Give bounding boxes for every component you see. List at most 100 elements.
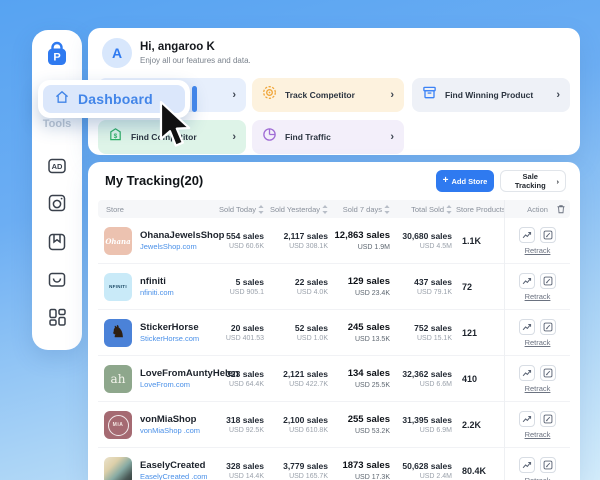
store-cell: MiA vonMiaShop vonMiaShop .com — [98, 411, 210, 439]
table-row[interactable]: EaselyCreated EaselyCreated .com 328 sal… — [98, 448, 570, 480]
feature-card-label: Track Competitor — [285, 90, 355, 100]
edit-icon[interactable] — [540, 365, 556, 381]
chevron-right-icon: › — [390, 131, 394, 143]
sort-icon — [258, 205, 264, 214]
retrack-link[interactable]: Retrack — [525, 246, 551, 255]
retrack-link[interactable]: Retrack — [525, 430, 551, 439]
greeting-title: Hi, angaroo K — [140, 41, 215, 53]
retrack-link[interactable]: Retrack — [525, 476, 551, 480]
store-domain-link[interactable]: nfiniti.com — [140, 288, 174, 298]
store-products-cell: 80.4K — [456, 466, 504, 476]
chevron-right-icon: › — [556, 89, 560, 101]
store-products-cell: 121 — [456, 328, 504, 338]
action-cell: Retrack — [504, 402, 570, 448]
total-sold-cell: 31,395 salesUSD 6.9M — [394, 415, 456, 435]
store-logo: NFINITI — [104, 273, 132, 301]
total-sold-cell: 32,362 salesUSD 6.6M — [394, 369, 456, 389]
app-logo-shopping-bag-icon[interactable]: P — [43, 40, 71, 68]
chart-trend-icon[interactable] — [519, 365, 535, 381]
feature-card-track-competitor[interactable]: Track Competitor › — [252, 78, 404, 112]
chevron-right-icon: › — [232, 89, 236, 101]
sort-icon — [322, 205, 328, 214]
column-store-products: Store Products — [456, 205, 504, 214]
table-row[interactable]: NFINITI nfiniti nfiniti.com 5 salesUSD 9… — [98, 264, 570, 310]
retrack-link[interactable]: Retrack — [525, 338, 551, 347]
store-domain-link[interactable]: EaselyCreated .com — [140, 472, 208, 480]
column-sold-today[interactable]: Sold Today — [210, 205, 268, 214]
store-cell: NFINITI nfiniti nfiniti.com — [98, 273, 210, 301]
store-domain-link[interactable]: vonMiaShop .com — [140, 426, 200, 436]
column-sold-yesterday[interactable]: Sold Yesterday — [268, 205, 332, 214]
sale-tracking-label: Sale Tracking — [507, 172, 554, 190]
store-cell: Ohana OhanaJewelsShop JewelsShop.com — [98, 227, 210, 255]
store-logo: Ohana — [104, 227, 132, 255]
column-sold-7-days[interactable]: Sold 7 days — [332, 205, 394, 214]
edit-icon[interactable] — [540, 411, 556, 427]
chart-trend-icon[interactable] — [519, 227, 535, 243]
trash-icon[interactable] — [556, 204, 566, 214]
store-name: vonMiaShop — [140, 414, 200, 425]
column-action: Action — [504, 200, 570, 218]
edit-icon[interactable] — [540, 319, 556, 335]
chart-trend-icon[interactable] — [519, 457, 535, 473]
store-logo: MiA — [104, 411, 132, 439]
action-cell: Retrack — [504, 264, 570, 310]
action-cell: Retrack — [504, 218, 570, 264]
feature-card-find-traffic[interactable]: Find Traffic › — [252, 120, 404, 154]
product-box-camera-icon[interactable] — [47, 193, 67, 213]
store-name: nfiniti — [140, 276, 174, 287]
total-sold-cell: 437 salesUSD 79.1K — [394, 277, 456, 297]
sidebar: P Tools AD — [32, 30, 82, 350]
svg-text:$: $ — [114, 133, 118, 140]
table-row[interactable]: Ohana OhanaJewelsShop JewelsShop.com 554… — [98, 218, 570, 264]
sold-today-cell: 323 salesUSD 64.4K — [210, 369, 268, 389]
store-products-cell: 2.2K — [456, 420, 504, 430]
total-sold-cell: 30,680 salesUSD 4.5M — [394, 231, 456, 251]
store-cell: EaselyCreated EaselyCreated .com — [98, 457, 210, 480]
table-row[interactable]: ah LoveFromAuntyHelen LoveFrom.com 323 s… — [98, 356, 570, 402]
sold-today-cell: 20 salesUSD 401.53 — [210, 323, 268, 343]
apps-grid-icon[interactable] — [47, 307, 67, 327]
action-cell: Retrack — [504, 356, 570, 402]
ad-library-icon[interactable]: AD — [47, 156, 67, 176]
store-logo: ah — [104, 365, 132, 393]
page-title: My Tracking(20) — [105, 173, 203, 188]
store-domain-link[interactable]: StickerHorse.com — [140, 334, 199, 344]
column-total-sold[interactable]: Total Sold — [394, 205, 456, 214]
table-header: Store Sold Today Sold Yesterday Sold 7 d… — [98, 200, 570, 218]
chart-trend-icon[interactable] — [519, 319, 535, 335]
sort-icon — [446, 205, 452, 214]
sold-7-days-cell: 245 salesUSD 13.5K — [332, 322, 394, 343]
dashboard-label: Dashboard — [78, 91, 153, 107]
sold-yesterday-cell: 3,779 salesUSD 165.7K — [268, 461, 332, 480]
home-icon — [54, 89, 70, 110]
feature-card-find-winning-product[interactable]: Find Winning Product › — [412, 78, 570, 112]
edit-icon[interactable] — [540, 227, 556, 243]
store-name: EaselyCreated — [140, 460, 208, 471]
dollar-shop-icon: $ — [108, 127, 123, 147]
sale-tracking-button[interactable]: Sale Tracking › — [500, 170, 566, 192]
chart-trend-icon[interactable] — [519, 273, 535, 289]
chart-trend-icon[interactable] — [519, 411, 535, 427]
chevron-right-icon: › — [390, 89, 394, 101]
sold-7-days-cell: 255 salesUSD 53.2K — [332, 414, 394, 435]
sold-today-cell: 5 salesUSD 905.1 — [210, 277, 268, 297]
total-sold-cell: 752 salesUSD 15.1K — [394, 323, 456, 343]
table-row[interactable]: MiA vonMiaShop vonMiaShop .com 318 sales… — [98, 402, 570, 448]
sold-7-days-cell: 134 salesUSD 25.5K — [332, 368, 394, 389]
store-basket-icon[interactable] — [47, 269, 67, 289]
store-products-cell: 410 — [456, 374, 504, 384]
edit-icon[interactable] — [540, 273, 556, 289]
column-store: Store — [98, 205, 210, 214]
avatar[interactable]: A — [102, 38, 132, 68]
svg-text:AD: AD — [52, 162, 63, 171]
chevron-right-icon: › — [232, 131, 236, 143]
add-store-button[interactable]: + Add Store — [436, 170, 494, 192]
retrack-link[interactable]: Retrack — [525, 292, 551, 301]
store-cell: ah LoveFromAuntyHelen LoveFrom.com — [98, 365, 210, 393]
edit-icon[interactable] — [540, 457, 556, 473]
store-products-cell: 1.1K — [456, 236, 504, 246]
bookmark-icon[interactable] — [47, 232, 67, 252]
retrack-link[interactable]: Retrack — [525, 384, 551, 393]
table-row[interactable]: ♞ StickerHorse StickerHorse.com 20 sales… — [98, 310, 570, 356]
